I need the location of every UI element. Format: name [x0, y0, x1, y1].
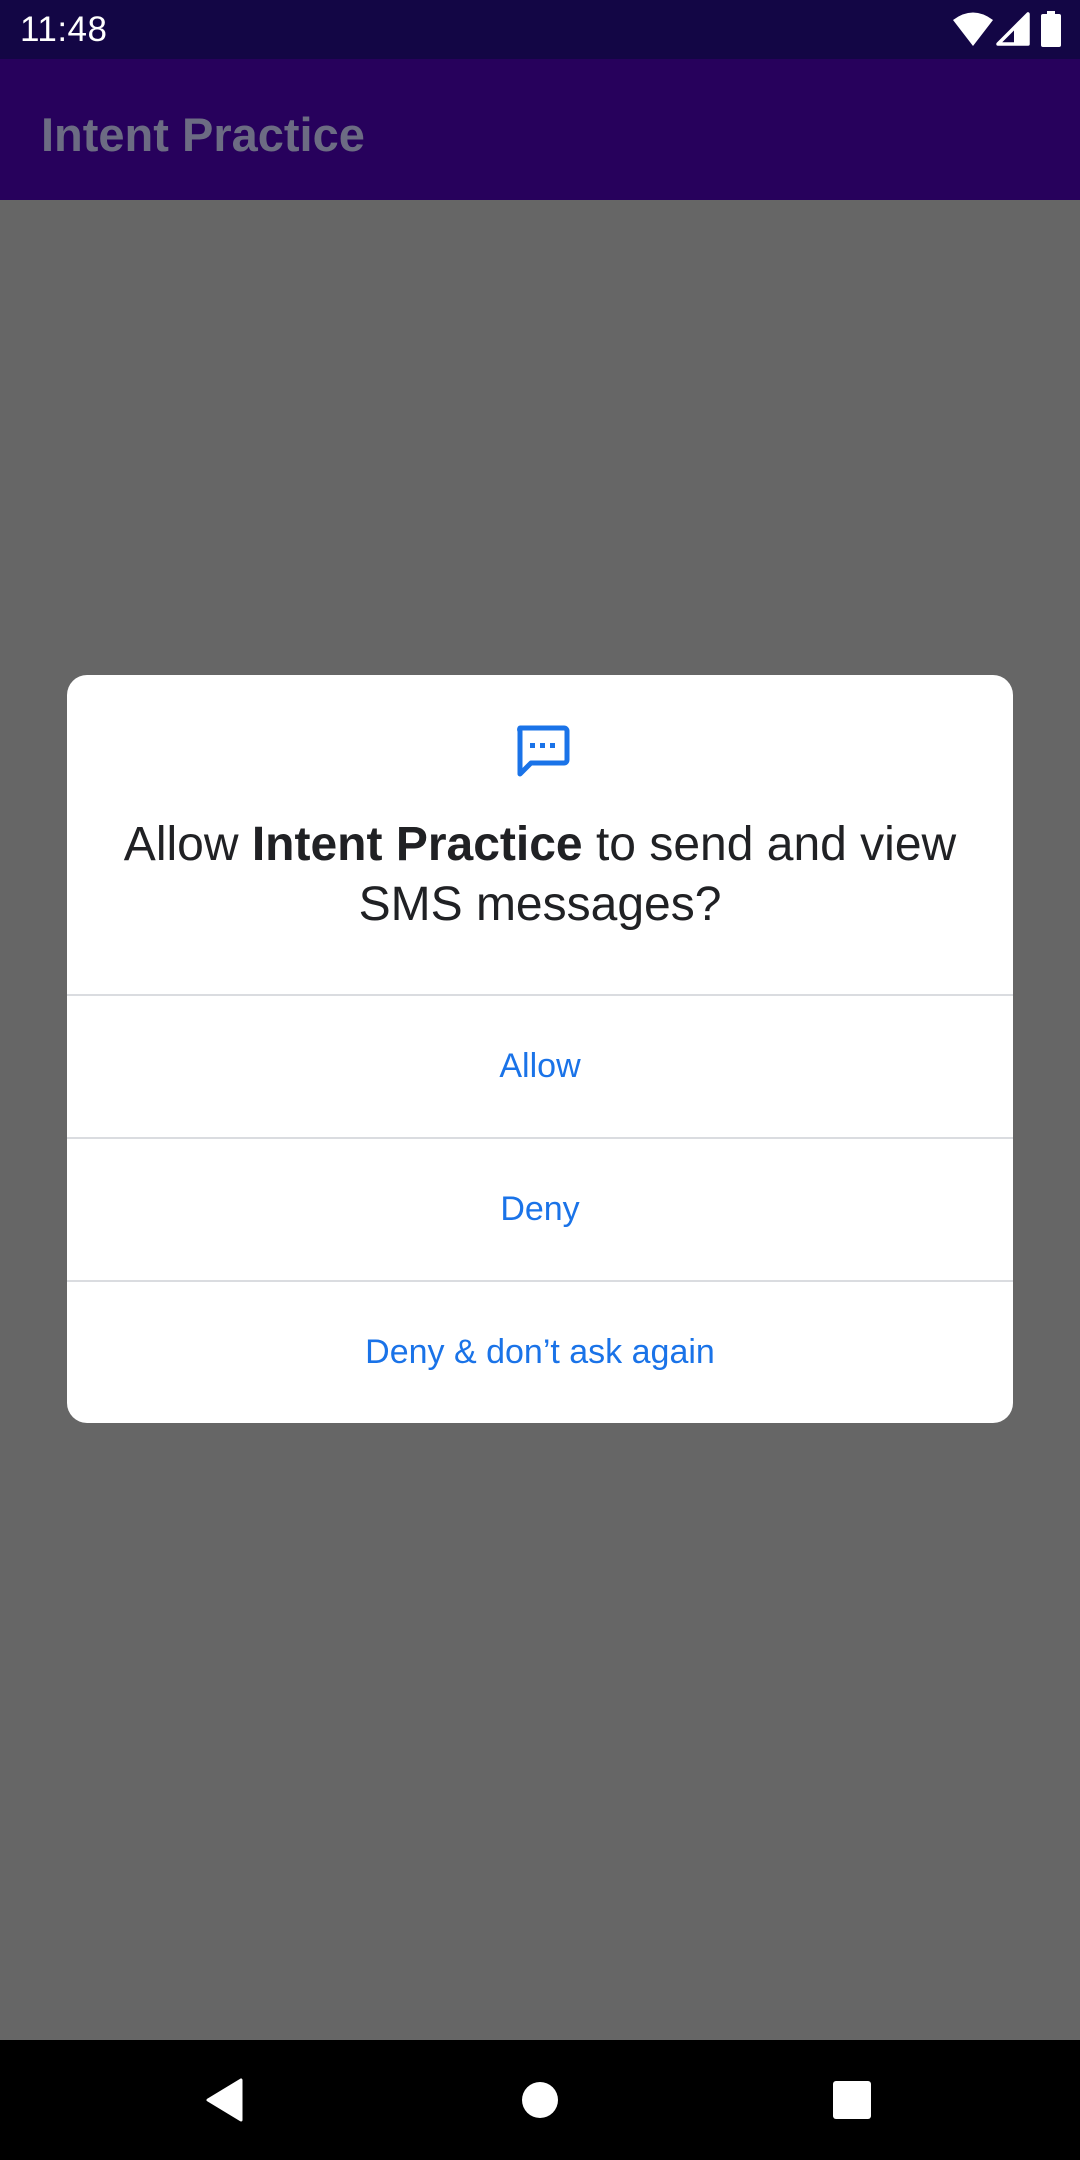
dialog-message: Allow Intent Practice to send and view S…	[107, 815, 973, 935]
deny-dont-ask-again-button[interactable]: Deny & don’t ask again	[67, 1282, 1013, 1423]
app-bar: Intent Practice	[0, 59, 1080, 200]
permission-dialog: Allow Intent Practice to send and view S…	[67, 675, 1013, 1423]
signal-icon	[996, 12, 1030, 46]
deny-button[interactable]: Deny	[67, 1139, 1013, 1280]
battery-icon	[1041, 11, 1061, 47]
recents-icon[interactable]	[817, 2065, 887, 2135]
status-time: 11:48	[20, 10, 108, 49]
app-title: Intent Practice	[41, 108, 365, 161]
message-prefix: Allow	[123, 818, 252, 871]
status-bar: 11:48	[0, 0, 1080, 59]
navigation-bar	[0, 2040, 1080, 2160]
sms-icon	[517, 725, 570, 777]
allow-button[interactable]: Allow	[67, 996, 1013, 1137]
back-icon[interactable]	[191, 2065, 261, 2135]
wifi-icon	[953, 12, 993, 46]
home-icon[interactable]	[505, 2065, 575, 2135]
message-app-name: Intent Practice	[251, 818, 583, 871]
